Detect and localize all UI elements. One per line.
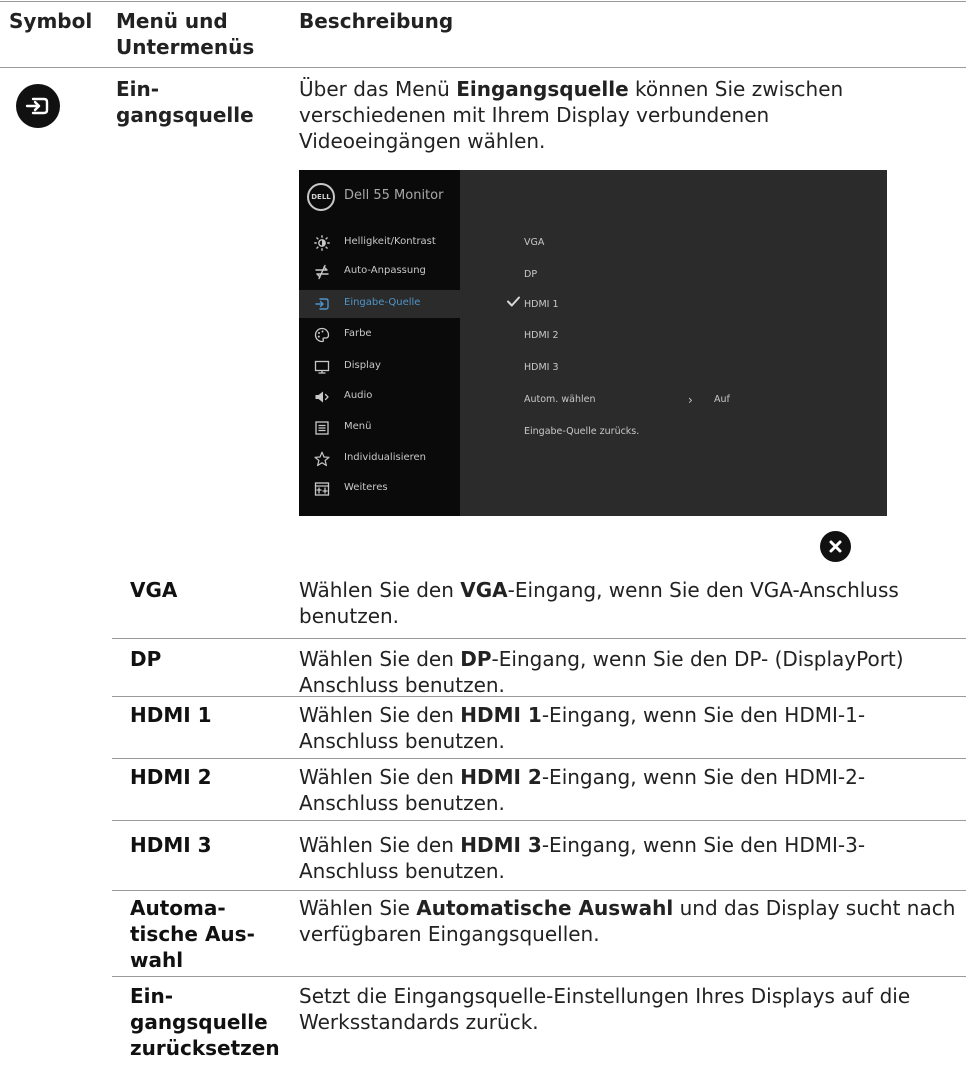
row-label-auto-select: Automa- tische Aus- wahl [130, 895, 255, 973]
row-label-line: wahl [130, 948, 184, 972]
row-label-dp: DP [130, 647, 162, 671]
input-source-icon [16, 84, 60, 128]
close-icon[interactable] [820, 531, 851, 562]
menu-name-line2: gangsquelle [116, 103, 254, 127]
palette-icon [314, 327, 330, 343]
osd-menu-others[interactable]: Weiteres [299, 475, 460, 503]
osd-option-dp[interactable]: DP [524, 269, 537, 280]
osd-auto-value: Auf [714, 394, 730, 405]
osd-option-auto-select[interactable]: Autom. wählen [524, 394, 595, 405]
row-desc-auto-select: Wählen Sie Automatische Auswahl und das … [299, 895, 961, 947]
row-desc-pre: Wählen Sie den [299, 703, 461, 727]
osd-sidebar: DELL Dell 55 Monitor Helligkeit/Kontrast [299, 170, 460, 516]
osd-menu-audio[interactable]: Audio [299, 383, 460, 411]
menu-name-eingangsquelle: Ein- gangsquelle [116, 76, 254, 128]
row-label-line: tische Aus- [130, 922, 255, 946]
menu-icon [315, 421, 329, 435]
osd-menu-label: Weiteres [344, 482, 388, 493]
row-label-line: zurücksetzen [130, 1036, 280, 1060]
osd-menu-label: Menü [344, 421, 372, 432]
header-menu: Menü und Untermenüs [116, 8, 254, 60]
row-divider [112, 758, 966, 759]
osd-menu-display[interactable]: Display [299, 353, 460, 381]
others-icon [314, 482, 330, 496]
row-divider [112, 976, 966, 977]
row-divider [112, 696, 966, 697]
row-desc-hdmi2: Wählen Sie den HDMI 2-Eingang, wenn Sie … [299, 764, 961, 816]
header-menu-line2: Untermenüs [116, 35, 255, 59]
check-icon [507, 296, 520, 307]
osd-title: Dell 55 Monitor [344, 188, 444, 203]
osd-menu-color[interactable]: Farbe [299, 321, 460, 349]
row-desc-hdmi1: Wählen Sie den HDMI 1-Eingang, wenn Sie … [299, 702, 961, 754]
display-icon [314, 360, 330, 374]
row-label-hdmi2: HDMI 2 [130, 765, 212, 789]
row-label-hdmi3: HDMI 3 [130, 833, 212, 857]
row-label-line: Automa- [130, 896, 226, 920]
osd-menu-brightness[interactable]: Helligkeit/Kontrast [299, 229, 460, 257]
osd-menu-menu[interactable]: Menü [299, 414, 460, 442]
osd-menu-input-source[interactable]: Eingabe-Quelle [299, 290, 460, 318]
row-label-reset: Ein- gangsquelle zurücksetzen [130, 983, 280, 1061]
osd-menu-label: Individualisieren [344, 452, 427, 463]
main-desc-bold: Eingangsquelle [456, 77, 629, 101]
row-desc-dp: Wählen Sie den DP-Eingang, wenn Sie den … [299, 646, 961, 698]
speaker-icon [315, 391, 329, 403]
row-desc-bold: HDMI 2 [460, 765, 542, 789]
row-desc-pre: Wählen Sie [299, 896, 417, 920]
row-desc-bold: Automatische Auswahl [416, 896, 674, 920]
dell-logo: DELL [307, 183, 335, 211]
row-desc-pre: Wählen Sie den [299, 647, 461, 671]
row-label-line: Ein- [130, 984, 174, 1008]
main-desc-pre: Über das Menü [299, 77, 457, 101]
brightness-icon [314, 235, 330, 251]
osd-menu-personalize[interactable]: Individualisieren [299, 445, 460, 473]
row-label-vga: VGA [130, 578, 178, 602]
row-divider [112, 820, 966, 821]
header-symbol: Symbol [9, 9, 93, 33]
row-desc-bold: HDMI 3 [460, 833, 542, 857]
row-desc-pre: Setzt die Eingangsquelle-Einstellungen I… [299, 984, 911, 1034]
osd-option-hdmi3[interactable]: HDMI 3 [524, 362, 559, 373]
row-desc-reset: Setzt die Eingangsquelle-Einstellungen I… [299, 983, 961, 1035]
row-divider [112, 890, 966, 891]
menu-name-line1: Ein- [116, 77, 160, 101]
osd-menu-label: Audio [344, 390, 373, 401]
osd-option-reset[interactable]: Eingabe-Quelle zurücks. [524, 426, 639, 437]
osd-menu-label: Farbe [344, 328, 372, 339]
row-desc-pre: Wählen Sie den [299, 833, 461, 857]
osd-menu-label: Display [344, 360, 381, 371]
header-menu-line1: Menü und [116, 9, 228, 33]
row-desc-bold: DP [460, 647, 492, 671]
osd-menu-label: Helligkeit/Kontrast [344, 236, 436, 247]
chevron-right-icon: › [688, 393, 693, 407]
header-description: Beschreibung [299, 9, 454, 33]
row-desc-hdmi3: Wählen Sie den HDMI 3-Eingang, wenn Sie … [299, 832, 961, 884]
osd-menu-label: Eingabe-Quelle [344, 297, 421, 308]
row-label-line: gangsquelle [130, 1010, 268, 1034]
auto-adjust-icon [315, 264, 329, 280]
osd-menu-auto-adjust[interactable]: Auto-Anpassung [299, 258, 460, 286]
top-rule [0, 1, 966, 2]
main-description: Über das Menü Eingangsquelle können Sie … [299, 76, 899, 154]
row-desc-vga: Wählen Sie den VGA-Eingang, wenn Sie den… [299, 577, 961, 629]
row-desc-bold: HDMI 1 [460, 703, 542, 727]
osd-menu-label: Auto-Anpassung [344, 265, 426, 276]
row-divider [112, 638, 966, 639]
row-desc-bold: VGA [460, 578, 508, 602]
row-label-hdmi1: HDMI 1 [130, 703, 212, 727]
row-desc-pre: Wählen Sie den [299, 765, 461, 789]
osd-screenshot: DELL Dell 55 Monitor Helligkeit/Kontrast [299, 170, 887, 516]
osd-option-hdmi2[interactable]: HDMI 2 [524, 330, 559, 341]
input-source-icon [315, 298, 329, 310]
star-icon [314, 451, 330, 467]
row-desc-pre: Wählen Sie den [299, 578, 461, 602]
osd-option-hdmi1[interactable]: HDMI 1 [524, 299, 559, 310]
osd-option-vga[interactable]: VGA [524, 237, 544, 248]
header-rule [0, 67, 966, 68]
